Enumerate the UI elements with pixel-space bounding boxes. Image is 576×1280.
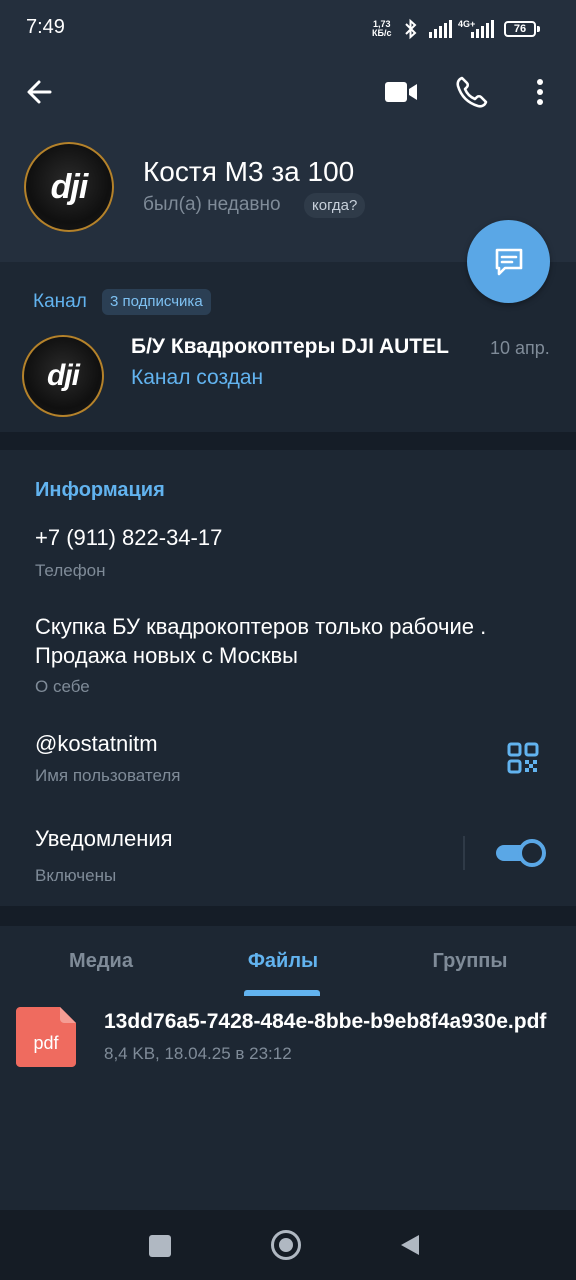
battery-tip	[537, 26, 540, 32]
dji-logo: dji	[47, 359, 80, 392]
network-speed-unit: КБ/с	[372, 28, 392, 38]
info-heading: Информация	[35, 479, 165, 501]
toggle-knob	[518, 839, 546, 867]
file-meta: 8,4 KB, 18.04.25 в 23:12	[104, 1044, 292, 1063]
toggle-separator	[463, 836, 465, 870]
battery-indicator: 76	[504, 21, 536, 37]
tab-media[interactable]: Медиа	[34, 950, 168, 973]
qr-code-icon[interactable]	[506, 741, 540, 775]
tab-groups[interactable]: Группы	[403, 950, 537, 973]
tab-files[interactable]: Файлы	[216, 950, 350, 973]
recent-apps-button[interactable]	[149, 1235, 171, 1257]
chat-icon	[495, 248, 522, 275]
section-divider	[0, 906, 576, 926]
phone-value[interactable]: +7 (911) 822-34-17	[35, 523, 545, 552]
pdf-file-icon[interactable]: pdf	[16, 1007, 76, 1067]
signal-icon	[471, 20, 494, 38]
channel-last-message[interactable]: Канал создан	[131, 366, 263, 390]
last-seen-status: был(а) недавно	[143, 194, 281, 215]
notifications-status: Включены	[35, 866, 117, 885]
bio-value[interactable]: Скупка БУ квадрокоптеров только рабочие …	[35, 612, 545, 670]
channel-avatar[interactable]: dji	[22, 335, 104, 417]
profile-avatar[interactable]: dji	[24, 142, 114, 232]
message-button[interactable]	[467, 220, 550, 303]
dji-logo: dji	[50, 167, 89, 206]
pdf-icon-label: pdf	[33, 1033, 59, 1053]
section-divider	[0, 432, 576, 450]
nav-back-icon[interactable]	[399, 1233, 421, 1257]
signal-icon	[429, 20, 452, 38]
file-name[interactable]: 13dd76a5-7428-484e-8bbe-b9eb8f4a930e.pdf	[104, 1010, 564, 1034]
more-menu-icon[interactable]	[528, 74, 552, 110]
bluetooth-icon	[405, 18, 417, 40]
home-button-dot	[279, 1238, 293, 1252]
bio-label: О себе	[35, 677, 90, 696]
channel-label: Канал	[33, 291, 87, 312]
username-label: Имя пользователя	[35, 766, 181, 785]
back-arrow-icon[interactable]	[22, 74, 58, 110]
phone-call-icon[interactable]	[454, 74, 488, 110]
video-call-icon[interactable]	[382, 76, 420, 108]
status-time: 7:49	[26, 16, 65, 38]
active-tab-indicator	[244, 990, 320, 996]
username-value[interactable]: @kostatnitm	[35, 729, 475, 758]
last-seen-when-button[interactable]: когда?	[304, 193, 366, 218]
notifications-toggle[interactable]	[494, 839, 546, 867]
channel-date: 10 апр.	[490, 338, 550, 358]
channel-title[interactable]: Б/У Квадрокоптеры DJI AUTEL	[131, 335, 463, 359]
network-speed: 1,73 КБ/с	[372, 20, 391, 38]
subscribers-badge: 3 подписчика	[102, 289, 211, 315]
profile-name: Костя М3 за 100	[143, 156, 355, 187]
phone-label: Телефон	[35, 561, 106, 580]
notifications-title[interactable]: Уведомления	[35, 824, 435, 853]
